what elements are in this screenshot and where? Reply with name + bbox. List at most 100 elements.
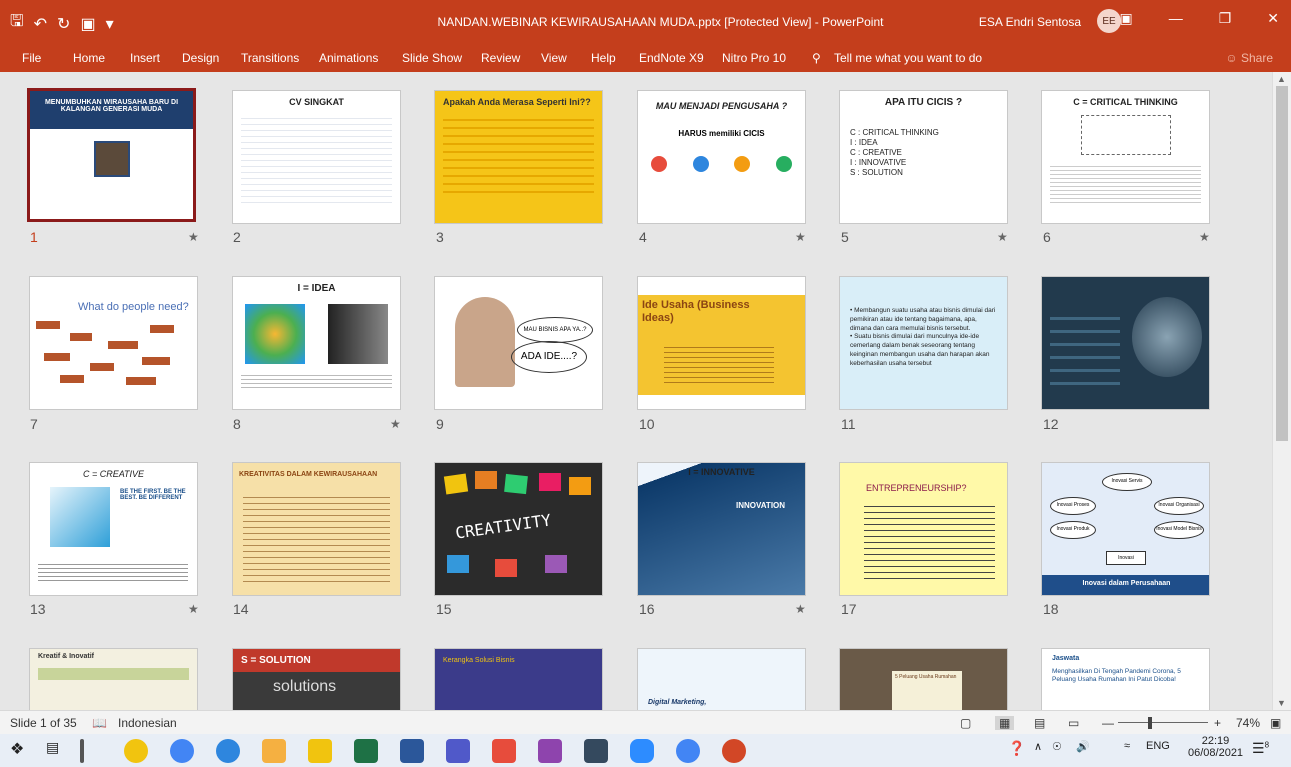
slide-sorter-icon[interactable]: ▦ (995, 716, 1015, 730)
slide-title: Ide Usaha (Business Ideas) (642, 299, 750, 325)
volume-icon[interactable]: 🔊 (1076, 740, 1090, 753)
chrome-icon[interactable] (170, 739, 194, 763)
tab-view[interactable]: View (541, 51, 567, 65)
zoom-app-icon[interactable] (630, 739, 654, 763)
tab-slide-show[interactable]: Slide Show (402, 51, 462, 65)
tab-home[interactable]: Home (73, 51, 105, 65)
network-icon[interactable]: ☉ (1052, 740, 1062, 753)
tab-animations[interactable]: Animations (319, 51, 378, 65)
slide-thumb-16[interactable]: I = INNOVATIVE INNOVATION (637, 462, 806, 596)
slide-thumb-23[interactable]: 5 Peluang Usaha Rumahan (839, 648, 1008, 710)
slide-thumb-4[interactable]: MAU MENJADI PENGUSAHA ? HARUS memiliki C… (637, 90, 806, 224)
app-icon[interactable] (538, 739, 562, 763)
circle-icon (650, 156, 667, 172)
app-icon[interactable] (124, 739, 148, 763)
animation-star-icon: ★ (997, 230, 1008, 244)
scroll-down-icon[interactable]: ▼ (1277, 698, 1286, 708)
word-icon[interactable] (400, 739, 424, 763)
slide-thumb-20[interactable]: S = SOLUTION solutions (232, 648, 401, 710)
help-icon[interactable]: ❓ (1008, 740, 1025, 757)
language[interactable]: Indonesian (118, 716, 177, 730)
slide-thumb-8[interactable]: I = IDEA (232, 276, 401, 410)
tab-endnote[interactable]: EndNote X9 (639, 51, 704, 65)
wifi-icon[interactable]: ≈ (1124, 740, 1130, 752)
ribbon-display-icon[interactable]: ▣ (1119, 10, 1132, 27)
slide-thumb-3[interactable]: Apakah Anda Merasa Seperti Ini?? (434, 90, 603, 224)
restore-icon[interactable]: ❐ (1219, 10, 1232, 27)
tab-insert[interactable]: Insert (130, 51, 160, 65)
slide-number: 4 (639, 229, 647, 245)
zoom-level[interactable]: 74% (1236, 716, 1260, 730)
avatar[interactable]: EE (1097, 9, 1121, 33)
tell-me-search[interactable]: Tell me what you want to do (834, 51, 982, 65)
slide-thumb-10[interactable]: Ide Usaha (Business Ideas) (637, 276, 806, 410)
calculator-icon[interactable] (584, 739, 608, 763)
scroll-thumb[interactable] (1276, 86, 1288, 441)
zoom-slider-thumb[interactable] (1148, 717, 1152, 729)
slide-thumb-2[interactable]: CV SINGKAT (232, 90, 401, 224)
slide-counter: Slide 1 of 35 (10, 716, 77, 730)
slide-number: 12 (1043, 416, 1059, 432)
slide-thumb-1[interactable]: MENUMBUHKAN WIRAUSAHA BARU DI KALANGAN G… (27, 88, 196, 222)
tab-help[interactable]: Help (591, 51, 616, 65)
slide-thumb-18[interactable]: Inovasi Servis Inovasi Proses Inovasi Or… (1041, 462, 1210, 596)
vertical-scrollbar[interactable]: ▲ ▼ (1272, 72, 1291, 710)
file-explorer-icon[interactable] (262, 739, 286, 763)
animation-star-icon: ★ (795, 602, 806, 616)
slide-thumb-12[interactable] (1041, 276, 1210, 410)
slide-thumb-6[interactable]: C = CRITICAL THINKING (1041, 90, 1210, 224)
circle-icon (692, 156, 709, 172)
minimize-icon[interactable]: — (1169, 10, 1183, 27)
slide-line: C : CRITICAL THINKING (850, 128, 939, 137)
slide-thumb-11[interactable]: • Membangun suatu usaha atau bisnis dimu… (839, 276, 1008, 410)
slide-thumb-24[interactable]: Jaswata Menghasilkan Di Tengah Pandemi C… (1041, 648, 1210, 710)
close-icon[interactable]: ✕ (1267, 10, 1279, 27)
slide-title: MAU MENJADI PENGUSAHA ? (655, 101, 788, 111)
player-icon[interactable] (308, 739, 332, 763)
app-icon[interactable] (216, 739, 240, 763)
slide-thumb-14[interactable]: KREATIVITAS DALAM KEWIRAUSAHAAN (232, 462, 401, 596)
slide-thumb-22[interactable]: Digital Marketing, (637, 648, 806, 710)
clock[interactable]: 22:19 06/08/2021 (1188, 735, 1243, 759)
notification-count: 8 (1264, 740, 1270, 750)
tab-design[interactable]: Design (182, 51, 219, 65)
slide-thumb-5[interactable]: APA ITU CICIS ? C : CRITICAL THINKING I … (839, 90, 1008, 224)
show-hidden-icon[interactable]: ∧ (1034, 740, 1042, 753)
zoom-in-icon[interactable]: + (1214, 716, 1221, 730)
slide-title: CV SINGKAT (289, 97, 344, 107)
share-button[interactable]: ☺ Share (1225, 51, 1273, 65)
tab-review[interactable]: Review (481, 51, 520, 65)
slide-thumb-13[interactable]: C = CREATIVE BE THE FIRST. BE THE BEST. … (29, 462, 198, 596)
task-view-icon[interactable]: ▤ (46, 739, 70, 763)
nitro-icon[interactable] (492, 739, 516, 763)
start-icon[interactable]: ❖ (10, 739, 34, 763)
tab-nitro[interactable]: Nitro Pro 10 (722, 51, 786, 65)
zoom-slider[interactable] (1118, 722, 1208, 723)
excel-icon[interactable] (354, 739, 378, 763)
slide-thumb-7[interactable]: What do people need? (29, 276, 198, 410)
slide-thumb-19[interactable]: Kreatif & Inovatif (29, 648, 198, 710)
reading-view-icon[interactable]: ▤ (1034, 716, 1045, 730)
powerpoint-icon[interactable] (722, 739, 746, 763)
tab-transitions[interactable]: Transitions (241, 51, 299, 65)
slide-thumb-21[interactable]: Kerangka Solusi Bisnis (434, 648, 603, 710)
slide-thumb-15[interactable]: CREATIVITY (434, 462, 603, 596)
slide-title: APA ITU CICIS ? (884, 97, 963, 108)
slide-title: Menghasilkan Di Tengah Pandemi Corona, 5… (1052, 668, 1181, 683)
spelling-icon[interactable]: 📖 (92, 716, 107, 730)
fit-to-window-icon[interactable]: ▣ (1270, 716, 1281, 730)
slide-thumb-9[interactable]: MAU BISNIS APA YA..? ADA IDE....? (434, 276, 603, 410)
slideshow-icon[interactable]: ▭ (1068, 716, 1079, 730)
notification-icon[interactable]: ☰8 (1252, 740, 1269, 757)
slide-title: I = IDEA (297, 283, 336, 294)
input-language[interactable]: ENG (1146, 740, 1170, 752)
teams-icon[interactable] (446, 739, 470, 763)
tab-file[interactable]: File (22, 51, 41, 65)
chrome-icon[interactable] (676, 739, 700, 763)
animation-star-icon: ★ (188, 230, 199, 244)
normal-view-icon[interactable]: ▢ (960, 716, 971, 730)
zoom-out-icon[interactable]: — (1102, 716, 1114, 730)
scroll-up-icon[interactable]: ▲ (1277, 74, 1286, 84)
user-name[interactable]: ESA Endri Sentosa (979, 15, 1081, 29)
slide-thumb-17[interactable]: ENTREPRENEURSHIP? (839, 462, 1008, 596)
